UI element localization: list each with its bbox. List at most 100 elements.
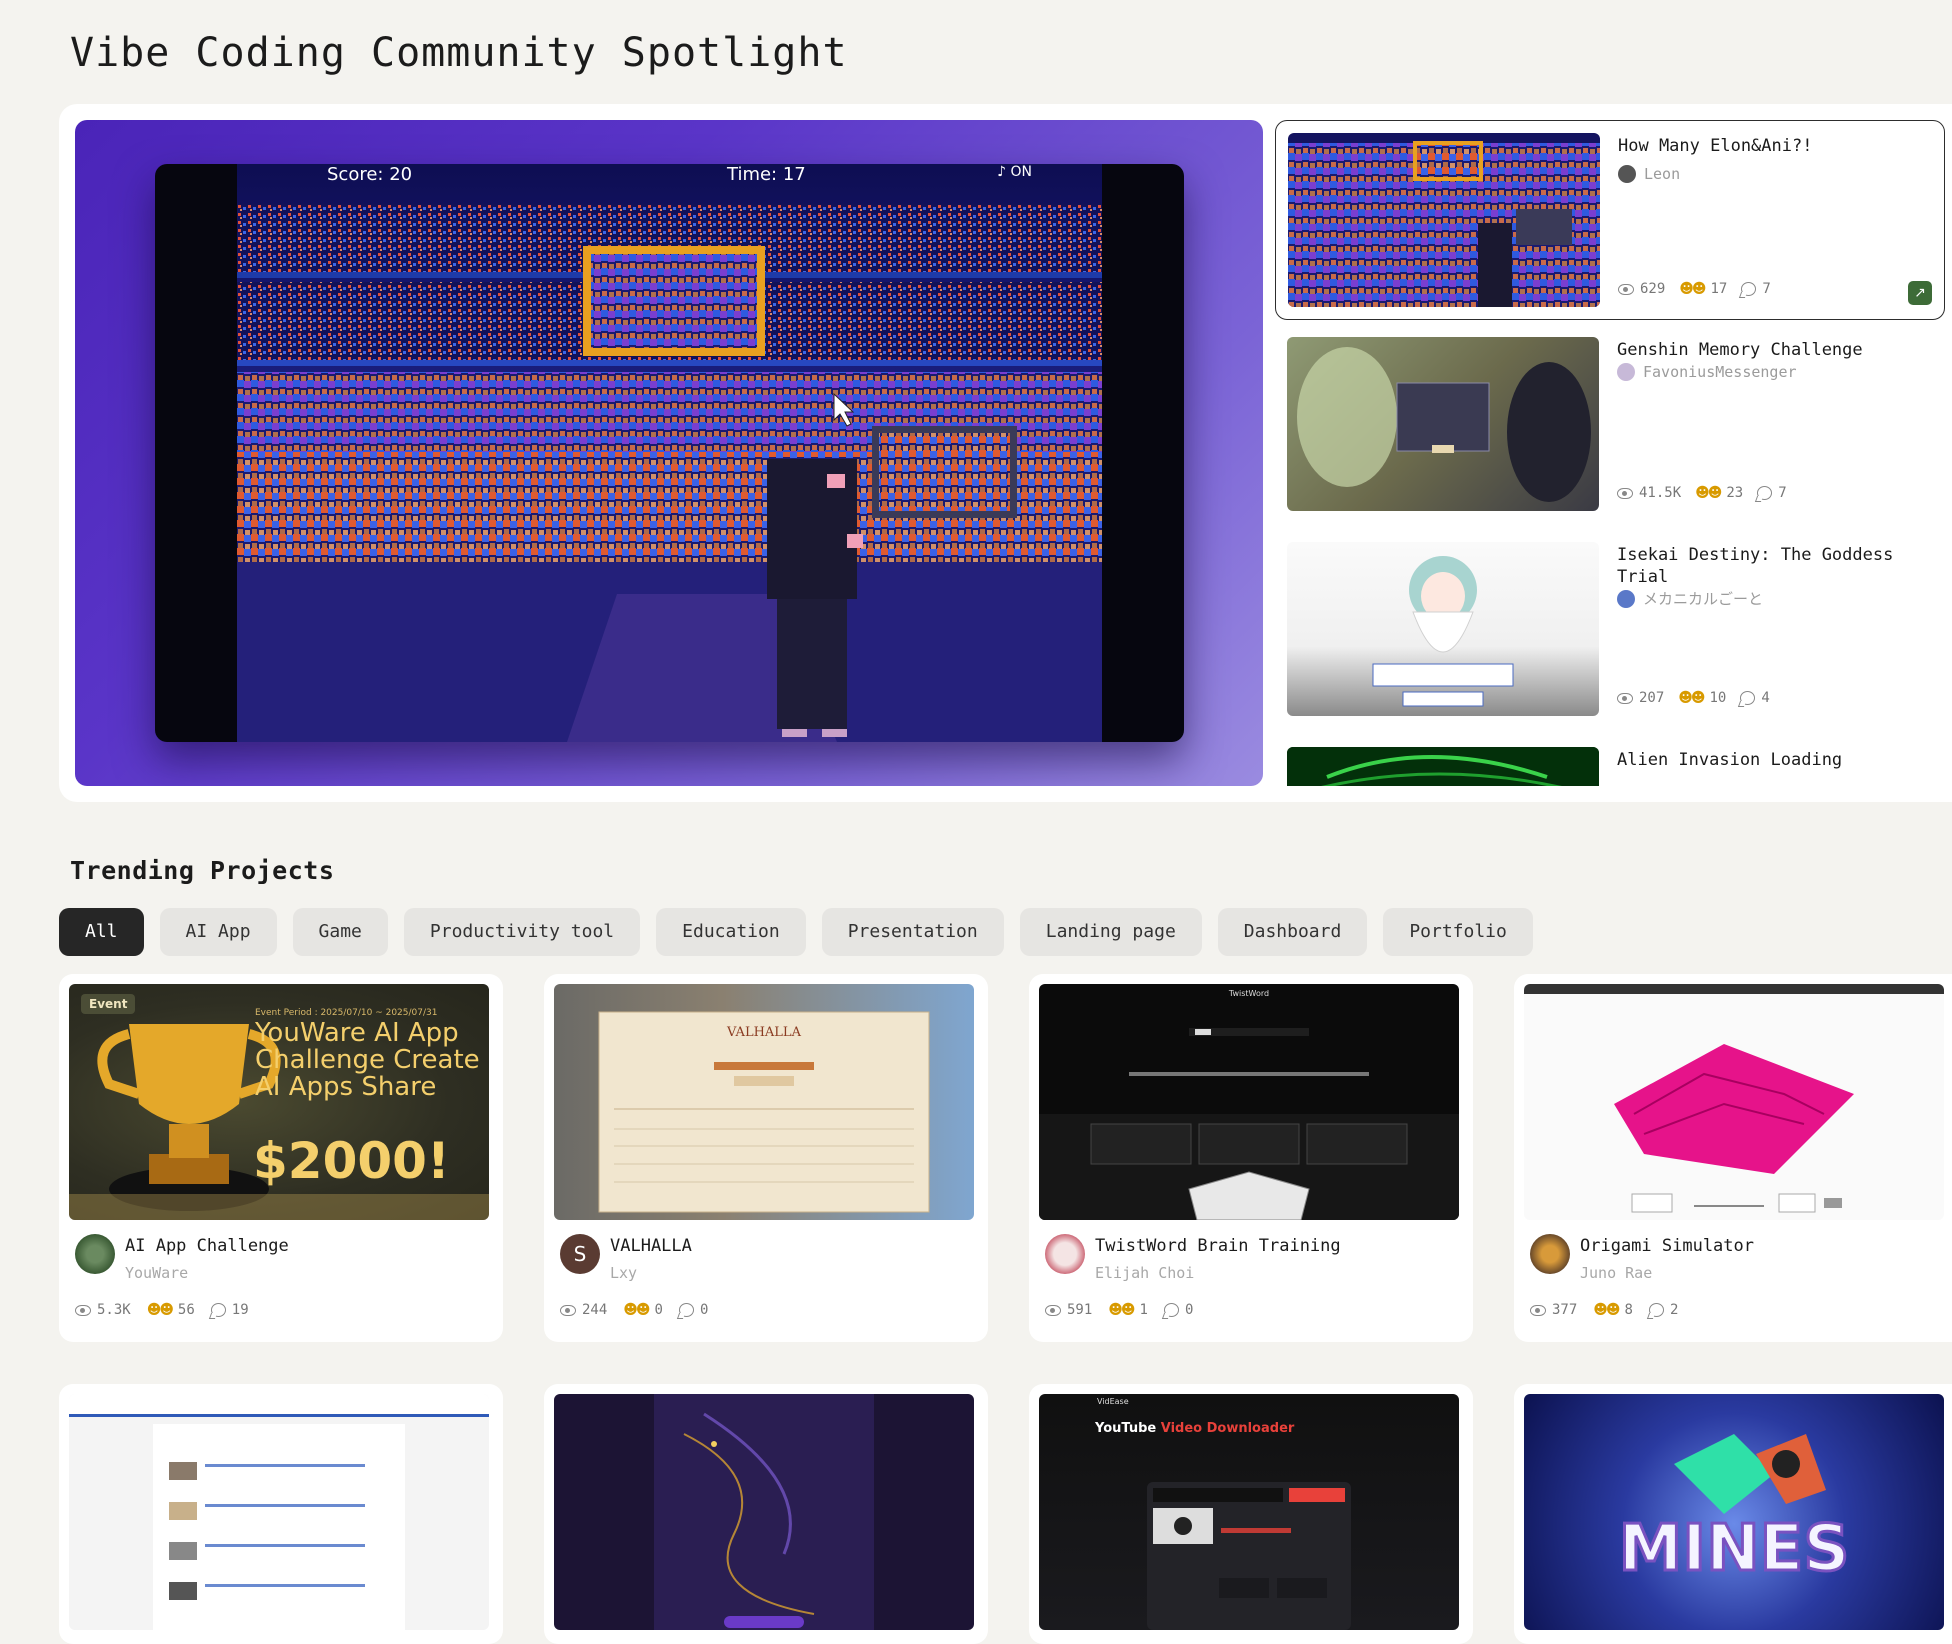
spotlight-item[interactable]: Alien Invasion Loading (1275, 735, 1945, 786)
filter-chip-game[interactable]: Game (292, 908, 388, 956)
videase-headline-a: YouTube (1094, 1421, 1161, 1436)
comments-icon (1740, 691, 1756, 705)
reactions-icon: ☻☻ (1593, 1302, 1620, 1318)
project-card[interactable]: TwistWord TwistWord Brain Training Elija… (1029, 974, 1473, 1342)
stadium-scene (237, 204, 1102, 742)
project-card[interactable] (544, 1384, 988, 1644)
project-thumbnail[interactable] (1524, 984, 1944, 1220)
comments-icon (210, 1303, 226, 1317)
thumb-alien (1287, 747, 1599, 786)
project-thumbnail[interactable]: VALHALLA (554, 984, 974, 1220)
thumb-origami (1614, 1044, 1854, 1213)
project-card[interactable]: MINES (1514, 1384, 1952, 1644)
thumb-valhalla: VALHALLA (598, 1011, 930, 1213)
views-count: 41.5K (1639, 485, 1682, 501)
views-icon (75, 1304, 91, 1316)
comments-count: 7 (1778, 485, 1787, 501)
spotlight-item[interactable]: How Many Elon&Ani?! Leon 629 ☻☻ 17 7 ↗ (1275, 120, 1945, 320)
twistword-heading: TwistWord (1228, 989, 1269, 998)
open-project-icon[interactable]: ↗ (1908, 281, 1932, 305)
project-author[interactable]: Elijah Choi (1095, 1264, 1194, 1282)
reactions-icon: ☻☻ (1695, 485, 1722, 501)
event-badge: Event (81, 994, 136, 1014)
filter-chip-ai-app[interactable]: AI App (159, 908, 277, 956)
author-avatar[interactable] (1045, 1234, 1085, 1274)
filter-chip-productivity[interactable]: Productivity tool (403, 908, 641, 956)
likes-count: 1 (1139, 1302, 1148, 1318)
filter-chip-presentation[interactable]: Presentation (821, 908, 1004, 956)
spotlight-thumbnail[interactable] (1288, 133, 1600, 307)
project-title[interactable]: AI App Challenge (125, 1236, 289, 1256)
comments-icon (1741, 282, 1757, 296)
project-thumbnail[interactable] (554, 1394, 974, 1630)
score-label: Score: 20 (327, 164, 413, 185)
filter-chip-landing-page[interactable]: Landing page (1019, 908, 1202, 956)
author-avatar[interactable]: S (560, 1234, 600, 1274)
views-count: 244 (582, 1302, 608, 1318)
project-thumbnail[interactable]: Event Event Period : 2025/07/10 ~ 2025/0… (69, 984, 489, 1220)
project-card[interactable] (59, 1384, 503, 1644)
project-thumbnail[interactable] (69, 1394, 489, 1630)
comments-count: 4 (1761, 690, 1770, 706)
project-card[interactable]: Origami Simulator Juno Rae 377 ☻☻ 8 2 (1514, 974, 1952, 1342)
comments-icon (678, 1303, 694, 1317)
hero-preview[interactable]: Score: 20 Time: 17 ♪ ON (75, 120, 1263, 786)
sound-toggle[interactable]: ♪ ON (997, 164, 1032, 180)
project-thumbnail[interactable]: TwistWord (1039, 984, 1459, 1220)
project-card[interactable]: Event Event Period : 2025/07/10 ~ 2025/0… (59, 974, 503, 1342)
spotlight-title[interactable]: How Many Elon&Ani?! (1618, 135, 1928, 157)
spotlight-item[interactable]: Isekai Destiny: The Goddess Trial メカニカルご… (1275, 530, 1945, 730)
spotlight-thumbnail[interactable] (1287, 747, 1599, 786)
spotlight-thumbnail[interactable] (1287, 542, 1599, 716)
time-label: Time: 17 (727, 164, 806, 185)
spotlight-stats: 629 ☻☻ 17 7 (1618, 281, 1771, 297)
likes-count: 23 (1726, 485, 1744, 501)
spotlight-thumbnail[interactable] (1287, 337, 1599, 511)
views-icon (560, 1304, 576, 1316)
project-title[interactable]: Origami Simulator (1580, 1236, 1754, 1256)
project-author[interactable]: Lxy (610, 1264, 637, 1282)
reactions-icon: ☻☻ (1678, 690, 1705, 706)
author-avatar (1617, 363, 1635, 381)
reactions-icon: ☻☻ (1679, 281, 1706, 297)
filter-chip-dashboard[interactable]: Dashboard (1217, 908, 1368, 956)
filter-chip-all[interactable]: All (59, 908, 144, 956)
project-author[interactable]: YouWare (125, 1264, 188, 1282)
filter-chip-education[interactable]: Education (656, 908, 806, 956)
views-count: 629 (1640, 281, 1666, 297)
project-thumbnail[interactable]: MINES (1524, 1394, 1944, 1630)
spotlight-title[interactable]: Alien Invasion Loading (1617, 749, 1927, 771)
valhalla-heading: VALHALLA (726, 1025, 802, 1040)
thumb-stadium (1288, 133, 1600, 307)
spotlight-item[interactable]: Genshin Memory Challenge FavoniusMesseng… (1275, 325, 1945, 525)
thumb-videase: VidEase YouTube Video Downloader (1094, 1397, 1351, 1630)
mines-logo-text: MINES (1619, 1512, 1850, 1586)
spotlight-title[interactable]: Genshin Memory Challenge (1617, 339, 1927, 361)
likes-count: 17 (1710, 281, 1728, 297)
game-viewport[interactable]: Score: 20 Time: 17 ♪ ON (237, 164, 1102, 742)
filter-chip-portfolio[interactable]: Portfolio (1383, 908, 1533, 956)
thumb-particle-art (654, 1394, 874, 1630)
likes-count: 56 (177, 1302, 195, 1318)
project-title[interactable]: VALHALLA (610, 1236, 692, 1256)
spotlight-author[interactable]: Leon (1618, 165, 1680, 183)
views-count: 207 (1639, 690, 1665, 706)
thumb-genshin (1297, 347, 1591, 502)
views-icon (1530, 1304, 1546, 1316)
trending-title: Trending Projects (70, 856, 335, 885)
game-frame[interactable]: Score: 20 Time: 17 ♪ ON (155, 164, 1184, 742)
thumb-isekai (1372, 556, 1514, 707)
comments-icon (1648, 1303, 1664, 1317)
project-title[interactable]: TwistWord Brain Training (1095, 1236, 1341, 1256)
spotlight-title[interactable]: Isekai Destiny: The Goddess Trial (1617, 544, 1927, 588)
thumb-chm (69, 1394, 489, 1630)
author-avatar[interactable] (75, 1234, 115, 1274)
videase-headline-b: Video Downloader (1161, 1421, 1295, 1436)
project-thumbnail[interactable]: VidEase YouTube Video Downloader (1039, 1394, 1459, 1630)
spotlight-author[interactable]: FavoniusMessenger (1617, 363, 1797, 381)
project-card[interactable]: VidEase YouTube Video Downloader (1029, 1384, 1473, 1644)
project-author[interactable]: Juno Rae (1580, 1264, 1652, 1282)
author-avatar[interactable] (1530, 1234, 1570, 1274)
project-card[interactable]: VALHALLA S VALHALLA Lxy 244 ☻☻ 0 0 (544, 974, 988, 1342)
spotlight-author[interactable]: メカニカルごーと (1617, 588, 1763, 609)
